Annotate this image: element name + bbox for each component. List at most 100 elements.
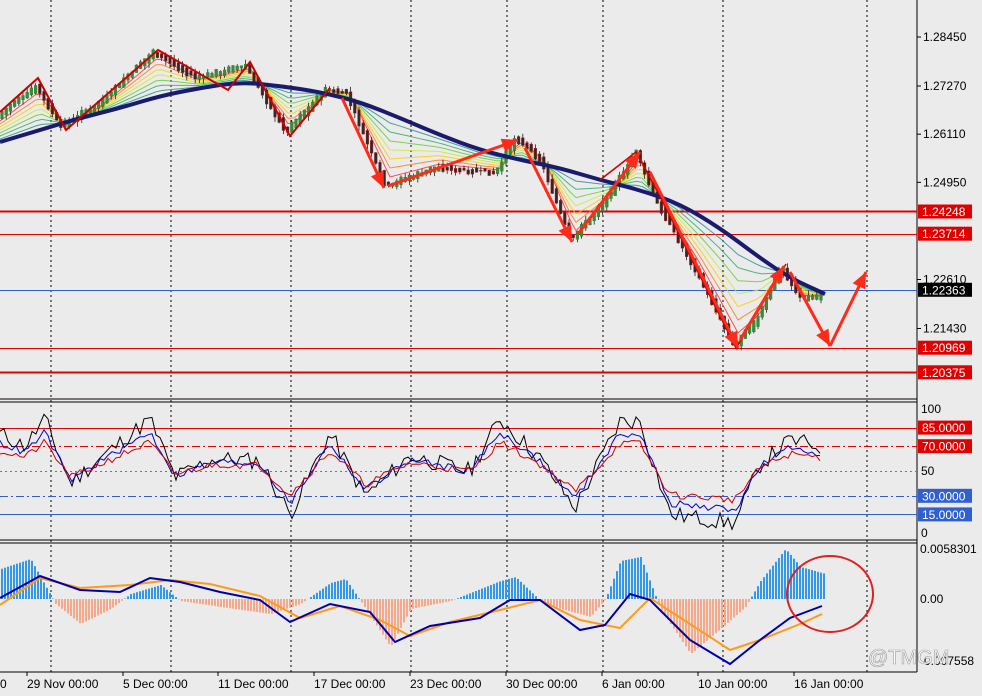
macd-bar (217, 599, 219, 607)
macd-bar (49, 593, 51, 599)
macd-bar (187, 599, 189, 602)
macd-bar (133, 593, 135, 599)
macd-bar (793, 558, 795, 599)
level-tag-label: 1.20969 (922, 341, 966, 355)
macd-bar (646, 572, 648, 599)
macd-bar (784, 550, 786, 599)
macd-bar (58, 599, 60, 607)
time-axis-label: 16 Jan 00:00 (794, 677, 864, 691)
macd-bar (496, 582, 498, 599)
macd-bar (715, 599, 717, 634)
macd-bar (457, 598, 459, 599)
time-axis-label: 30 Dec 00:00 (506, 677, 578, 691)
macd-bar (223, 599, 225, 608)
macd-bar (94, 599, 96, 617)
macd-bar (424, 599, 426, 607)
macd-bar (208, 599, 210, 606)
macd-bar (55, 599, 57, 604)
macd-bar (601, 599, 603, 604)
macd-bar (619, 563, 621, 599)
macd-bar (109, 599, 111, 610)
macd-bar (640, 557, 642, 599)
macd-bar (361, 599, 363, 603)
macd-bar (358, 598, 360, 599)
macd-bar (172, 594, 174, 599)
candle-body (353, 102, 357, 114)
price-tick-label: 1.26110 (923, 127, 966, 141)
macd-bar (100, 599, 102, 614)
candle-body (815, 294, 819, 300)
candle-body (214, 69, 218, 77)
macd-bar (43, 582, 45, 599)
macd-bar (127, 596, 129, 600)
macd-bar (805, 568, 807, 599)
macd-bar (322, 588, 324, 599)
macd-bar (562, 599, 564, 610)
candle-body (483, 168, 487, 172)
macd-bar (166, 589, 168, 599)
macd-bar (1, 568, 3, 599)
macd-bar (67, 599, 69, 614)
macd-bar (229, 599, 231, 609)
macd-bar (736, 599, 738, 615)
macd-bar (709, 599, 711, 639)
macd-bar (604, 599, 606, 601)
candle-body (571, 234, 575, 239)
macd-bar (364, 599, 366, 608)
macd-bar (466, 594, 468, 599)
macd-bar (514, 577, 516, 599)
macd-bar (499, 581, 501, 599)
macd-bar (211, 599, 213, 606)
macd-bar (61, 599, 63, 609)
macd-bar (526, 587, 528, 599)
macd-bar (517, 578, 519, 599)
macd-bar (445, 599, 447, 602)
price-tick-label: 1.24950 (923, 175, 967, 189)
macd-bar (607, 593, 609, 599)
candle-body (155, 52, 159, 58)
macd-bar (571, 599, 573, 612)
macd-bar (502, 580, 504, 599)
stochastic-level-tag-label: 30.0000 (922, 489, 966, 503)
trading-chart[interactable]: 1.284501.272701.261101.249501.226101.214… (0, 0, 982, 696)
macd-bar (244, 599, 246, 611)
macd-bar (340, 580, 342, 599)
macd-bar (631, 558, 633, 599)
candle-body (34, 85, 38, 94)
macd-bar (256, 599, 258, 612)
macd-bar (718, 599, 720, 631)
macd-bar (508, 578, 510, 599)
macd-bar (448, 599, 450, 602)
macd-bar (418, 599, 420, 608)
macd-bar (226, 599, 228, 608)
macd-bar (523, 584, 525, 599)
candle-body (756, 315, 760, 327)
macd-bar (163, 587, 165, 599)
candle-body (193, 72, 197, 80)
macd-bar (325, 586, 327, 599)
candle-body (491, 170, 495, 175)
macd-bar (403, 599, 405, 623)
macd-bar (40, 577, 42, 599)
stochastic-level-tag-label: 85.0000 (922, 421, 966, 435)
macd-bar (535, 596, 537, 599)
macd-bar (616, 571, 618, 599)
macd-bar (754, 591, 756, 599)
level-tag-label: 1.22363 (922, 283, 966, 297)
macd-bar (19, 562, 21, 599)
macd-bar (124, 598, 126, 599)
candle-body (449, 165, 453, 171)
macd-bar (331, 582, 333, 599)
macd-axis-label: 0.00 (920, 592, 944, 606)
macd-bar (649, 580, 651, 599)
candle-body (479, 169, 483, 172)
macd-bar (802, 567, 804, 599)
macd-bar (64, 599, 66, 612)
macd-bar (586, 599, 588, 616)
stochastic-axis-label: 50 (921, 464, 935, 478)
macd-bar (808, 569, 810, 599)
macd-bar (328, 584, 330, 599)
macd-bar (565, 599, 567, 611)
candle-body (252, 71, 256, 83)
macd-bar (778, 558, 780, 599)
